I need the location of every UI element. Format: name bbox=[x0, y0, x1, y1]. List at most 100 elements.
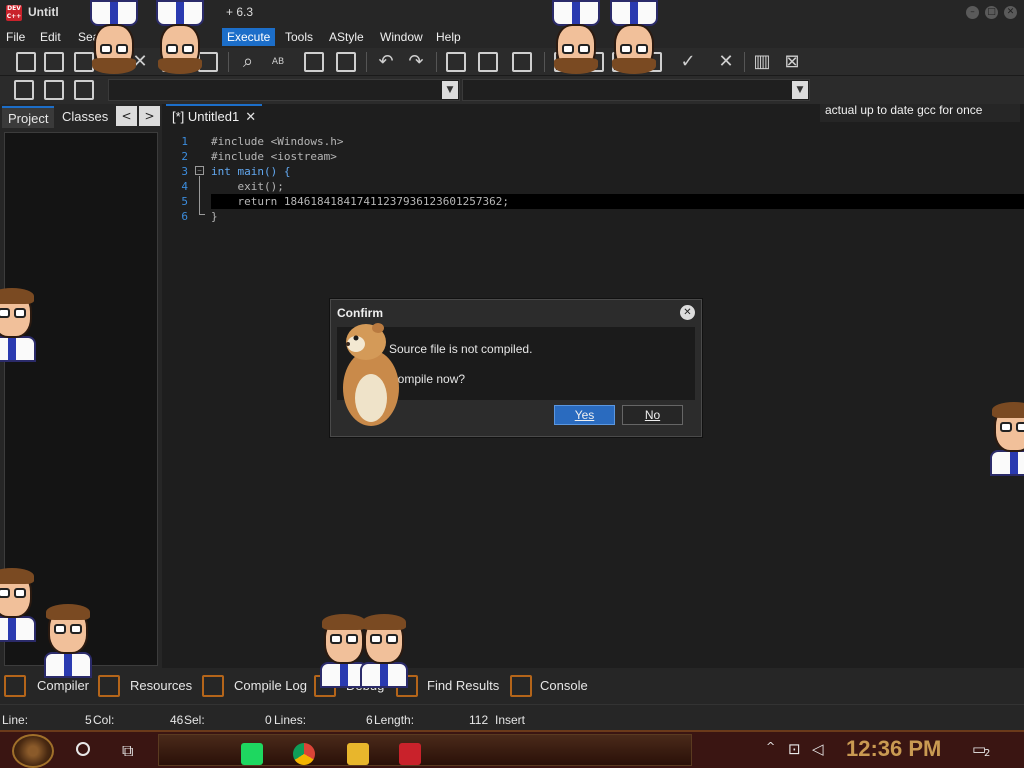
dialog-message: Source file is not compiled. bbox=[389, 342, 533, 356]
tray-chevron-icon[interactable]: ^ bbox=[766, 740, 775, 753]
code-line: return 18461841841741123793612360125736​… bbox=[211, 195, 510, 208]
tab-label: Console bbox=[540, 678, 588, 693]
menu-tools[interactable]: Tools bbox=[285, 30, 313, 44]
function-combo[interactable]: ▼ bbox=[462, 79, 810, 101]
tab-classes[interactable]: Classes bbox=[56, 106, 114, 128]
taskbar-app-strip bbox=[158, 734, 692, 766]
close-icon[interactable]: ✕ bbox=[245, 109, 256, 124]
status-sel-label: Sel: bbox=[184, 713, 205, 727]
chart-icon[interactable]: ▥ bbox=[750, 50, 774, 74]
tab-project[interactable]: Project bbox=[2, 106, 55, 128]
new-file-icon[interactable] bbox=[16, 52, 36, 72]
no-button[interactable]: No bbox=[622, 405, 683, 425]
editor-tab-label: [*] Untitled1 bbox=[172, 109, 240, 124]
toolbar-separator bbox=[744, 52, 745, 72]
mascot-sticker bbox=[606, 0, 664, 74]
taskbar: ⧉ ^ ⊡ ◁ 12:36 PM ▭ 2 bbox=[0, 730, 1024, 768]
goto-icon[interactable] bbox=[304, 52, 324, 72]
clock[interactable]: 12:36 PM bbox=[846, 736, 941, 762]
minimize-button[interactable]: – bbox=[966, 6, 979, 19]
undo-icon[interactable]: ↶ bbox=[374, 50, 398, 74]
toolbar-separator bbox=[366, 52, 367, 72]
class-combo[interactable]: ▼ bbox=[108, 79, 460, 101]
find-icon[interactable]: ⌕ bbox=[236, 50, 260, 74]
unindent-icon[interactable] bbox=[478, 52, 498, 72]
compile-log-icon bbox=[202, 675, 224, 697]
fold-guide-end bbox=[199, 214, 205, 215]
window-version: + 6.3 bbox=[226, 5, 254, 19]
line-number: 3 bbox=[181, 165, 188, 178]
menu-window[interactable]: Window bbox=[380, 30, 423, 44]
stop-icon[interactable]: ⊠ bbox=[780, 50, 804, 74]
status-sel-value: 0 bbox=[265, 713, 272, 727]
status-line-label: Line: bbox=[2, 713, 29, 727]
status-line-value: 5 bbox=[85, 713, 92, 727]
line-number: 5 bbox=[181, 195, 188, 208]
menu-astyle[interactable]: AStyle bbox=[329, 30, 364, 44]
status-length-value: 112 bbox=[469, 713, 489, 727]
line-number: 2 bbox=[181, 150, 188, 163]
mascot-sticker bbox=[548, 0, 606, 74]
tab-label: Resources bbox=[130, 678, 193, 693]
status-col-label: Col: bbox=[93, 713, 115, 727]
network-icon[interactable]: ⊡ bbox=[788, 740, 801, 758]
redo-icon[interactable]: ↷ bbox=[404, 50, 428, 74]
comment-icon[interactable] bbox=[512, 52, 532, 72]
devcpp-icon[interactable] bbox=[399, 743, 421, 765]
chevron-down-icon[interactable]: ▼ bbox=[442, 81, 458, 99]
editor-tab[interactable]: [*] Untitled1 ✕ bbox=[166, 104, 262, 128]
insert-icon[interactable] bbox=[14, 80, 34, 100]
notification-count: 2 bbox=[984, 748, 991, 759]
goto-bookmark-icon[interactable] bbox=[74, 80, 94, 100]
devcpp-app-icon[interactable]: DEV C++ bbox=[6, 5, 22, 21]
mascot-sticker bbox=[984, 402, 1024, 476]
toggle-icon[interactable] bbox=[336, 52, 356, 72]
status-length-label: Length: bbox=[374, 713, 415, 727]
fold-guide bbox=[199, 176, 200, 214]
line-number: 4 bbox=[181, 180, 188, 193]
menu-file[interactable]: File bbox=[6, 30, 25, 44]
chevron-down-icon[interactable]: ▼ bbox=[792, 81, 808, 99]
line-number: 1 bbox=[181, 135, 188, 148]
open-icon[interactable] bbox=[44, 52, 64, 72]
toolbar-separator bbox=[436, 52, 437, 72]
cross-icon[interactable]: ✕ bbox=[714, 50, 738, 74]
yes-button[interactable]: Yes bbox=[554, 405, 615, 425]
cortana-icon[interactable] bbox=[76, 742, 90, 756]
tab-label: Compile Log bbox=[234, 678, 307, 693]
toolbar-separator bbox=[228, 52, 229, 72]
maximize-button[interactable]: □ bbox=[985, 6, 998, 19]
task-view-icon[interactable]: ⧉ bbox=[122, 741, 133, 761]
menu-help[interactable]: Help bbox=[436, 30, 461, 44]
close-icon[interactable]: ✕ bbox=[680, 305, 695, 320]
hamster-sticker bbox=[343, 323, 399, 426]
code-line: } bbox=[211, 210, 218, 223]
mascot-sticker bbox=[152, 0, 210, 74]
file-explorer-icon[interactable] bbox=[347, 743, 369, 765]
toolbar-separator bbox=[544, 52, 545, 72]
menu-edit[interactable]: Edit bbox=[40, 30, 61, 44]
compiler-icon bbox=[4, 675, 26, 697]
status-mode: Insert bbox=[495, 713, 526, 727]
mascot-sticker bbox=[0, 288, 40, 362]
indent-icon[interactable] bbox=[446, 52, 466, 72]
check-icon[interactable]: ✓ bbox=[676, 50, 700, 74]
chevron-right-icon[interactable]: > bbox=[139, 106, 160, 126]
window-title: Untitl bbox=[28, 5, 59, 19]
status-lines-value: 6 bbox=[366, 713, 373, 727]
code-line: #include <iostream> bbox=[211, 150, 337, 163]
resources-icon bbox=[98, 675, 120, 697]
start-button[interactable] bbox=[12, 734, 54, 768]
bookmark-icon[interactable] bbox=[44, 80, 64, 100]
fold-collapse-icon[interactable]: − bbox=[195, 166, 204, 175]
menu-execute[interactable]: Execute bbox=[222, 28, 276, 46]
replace-icon[interactable]: AB bbox=[266, 50, 290, 74]
secondary-toolbar: ▼ ▼ bbox=[0, 76, 1024, 104]
spotify-icon[interactable] bbox=[241, 743, 263, 765]
mascot-sticker bbox=[86, 0, 144, 74]
chrome-icon[interactable] bbox=[293, 743, 315, 765]
close-window-button[interactable]: ✕ bbox=[1004, 6, 1017, 19]
console-icon bbox=[510, 675, 532, 697]
volume-muted-icon[interactable]: ◁ bbox=[812, 740, 824, 758]
chevron-left-icon[interactable]: < bbox=[116, 106, 137, 126]
